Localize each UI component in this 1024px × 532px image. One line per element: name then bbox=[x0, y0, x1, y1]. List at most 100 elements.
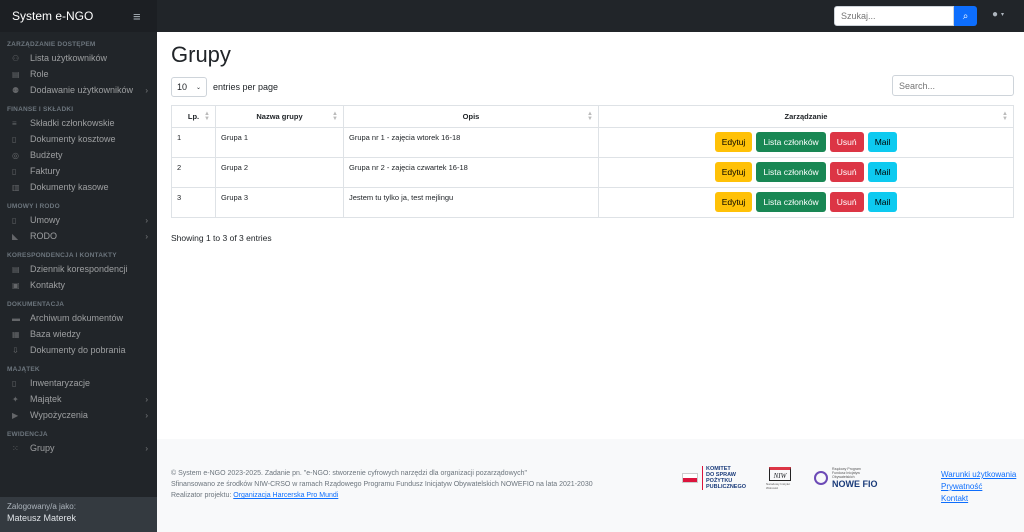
mail-button[interactable]: Mail bbox=[867, 162, 898, 182]
mail-button[interactable]: Mail bbox=[867, 192, 898, 212]
shield-icon: ◣ bbox=[12, 231, 19, 241]
sidebar-item[interactable]: ▯ Inwentaryzacje bbox=[0, 375, 157, 391]
chevron-right-icon: › bbox=[145, 85, 148, 95]
top-search: ⌕ bbox=[834, 6, 977, 26]
sidebar-item[interactable]: ≡ Składki członkowskie bbox=[0, 115, 157, 131]
cell-lp: 2 bbox=[171, 157, 216, 188]
edit-button[interactable]: Edytuj bbox=[714, 132, 753, 152]
realizer-link[interactable]: Organizacja Harcerska Pro Mundi bbox=[233, 492, 338, 499]
page-footer: © System e-NGO 2023-2025. Zadanie pn. "e… bbox=[157, 439, 1024, 532]
polish-flag-icon bbox=[682, 473, 698, 483]
sidebar-item[interactable]: ⁙ Grupy › bbox=[0, 440, 157, 456]
col-header-lp[interactable]: Lp. ▲ ▼ bbox=[171, 105, 216, 128]
sidebar-item[interactable]: ▦ Baza wiedzy bbox=[0, 326, 157, 342]
edit-button[interactable]: Edytuj bbox=[714, 192, 753, 212]
sidebar-item-label: Archiwum dokumentów bbox=[30, 313, 124, 323]
footer-funding: Sfinansowano ze środków NIW-CRSO w ramac… bbox=[171, 481, 593, 488]
chevron-right-icon: › bbox=[145, 215, 148, 225]
sidebar-item-label: Składki członkowskie bbox=[30, 118, 115, 128]
col-header-desc[interactable]: Opis ▲ ▼ bbox=[343, 105, 599, 128]
cash-icon: ▥ bbox=[12, 182, 20, 192]
col-header-name[interactable]: Nazwa grupy ▲ ▼ bbox=[215, 105, 344, 128]
sidebar-item-label: Dokumenty do pobrania bbox=[30, 345, 126, 355]
table-search-input[interactable] bbox=[892, 75, 1014, 96]
sort-icon: ▲ ▼ bbox=[587, 111, 593, 122]
sidebar-item[interactable]: ⇩ Dokumenty do pobrania bbox=[0, 342, 157, 358]
sidebar-item[interactable]: ▯ Dokumenty kosztowe bbox=[0, 131, 157, 147]
sidebar-item[interactable]: ▣ Kontakty bbox=[0, 277, 157, 293]
search-button[interactable]: ⌕ bbox=[954, 6, 977, 26]
table-row: 3 Grupa 3 Jestem tu tylko ja, test mejling… bbox=[171, 187, 1014, 218]
mail-button[interactable]: Mail bbox=[867, 132, 898, 152]
logged-in-label: Zalogowany/a jako: bbox=[7, 502, 76, 511]
invoice-icon: ▯ bbox=[12, 166, 17, 176]
delete-button[interactable]: Usuń bbox=[829, 132, 864, 152]
footer-link-terms[interactable]: Warunki użytkowania bbox=[941, 469, 1016, 480]
delete-button[interactable]: Usuń bbox=[829, 192, 864, 212]
sidebar-item[interactable]: ▤ Dziennik korespondencji bbox=[0, 261, 157, 277]
sidebar-item-label: Umowy bbox=[30, 215, 61, 225]
members-list-button[interactable]: Lista członków bbox=[756, 162, 826, 182]
sort-icon: ▲ ▼ bbox=[204, 111, 210, 122]
sidebar-item-label: Role bbox=[30, 69, 49, 79]
footer-text: © System e-NGO 2023-2025. Zadanie pn. "e… bbox=[171, 468, 593, 501]
sidebar-item-label: Dodawanie użytkowników bbox=[30, 85, 134, 95]
sidebar-item[interactable]: ▥ Dokumenty kasowe bbox=[0, 179, 157, 195]
delete-button[interactable]: Usuń bbox=[829, 162, 864, 182]
user-menu[interactable]: ● ▾ bbox=[992, 9, 1004, 20]
table-body: 1 Grupa 1 Grupa nr 1 - zajęcia wtorek 16-1… bbox=[171, 127, 1014, 218]
user-plus-icon: ⚉ bbox=[12, 85, 20, 95]
cell-actions: Edytuj Lista członków Usuń Mail bbox=[598, 157, 1014, 188]
niw-logo: NIW Narodowy Instytut Wolności bbox=[766, 465, 794, 491]
sidebar-item[interactable]: ⚇ Lista użytkowników bbox=[0, 50, 157, 66]
coins-icon: ≡ bbox=[12, 118, 17, 128]
sidebar-item[interactable]: ⚉ Dodawanie użytkowników › bbox=[0, 82, 157, 98]
sidebar-item-label: Dokumenty kosztowe bbox=[30, 134, 116, 144]
address-book-icon: ▣ bbox=[12, 280, 20, 290]
footer-link-contact[interactable]: Kontakt bbox=[941, 493, 1016, 504]
sidebar-item[interactable]: ◎ Budżety bbox=[0, 147, 157, 163]
members-list-button[interactable]: Lista członków bbox=[756, 132, 826, 152]
entries-length: 10 ⌄ entries per page bbox=[171, 77, 278, 97]
table-row: 2 Grupa 2 Grupa nr 2 - zajęcia czwartek 16… bbox=[171, 157, 1014, 188]
footer-links: Warunki użytkowania Prywatność Kontakt bbox=[941, 469, 1016, 504]
edit-button[interactable]: Edytuj bbox=[714, 162, 753, 182]
cell-actions: Edytuj Lista członków Usuń Mail bbox=[598, 187, 1014, 218]
sidebar-item[interactable]: ▶ Wypożyczenia › bbox=[0, 407, 157, 423]
top-search-input[interactable] bbox=[834, 6, 954, 26]
tools-icon: ✦ bbox=[12, 394, 19, 404]
sidebar-item-label: Majątek bbox=[30, 394, 62, 404]
footer-link-privacy[interactable]: Prywatność bbox=[941, 481, 1016, 492]
kpp-logo: KOMITET DO SPRAW POŻYTKU PUBLICZNEGO bbox=[682, 466, 746, 490]
sidebar-item[interactable]: ✦ Majątek › bbox=[0, 391, 157, 407]
sidebar-item-label: RODO bbox=[30, 231, 57, 241]
entries-length-select[interactable]: 10 ⌄ bbox=[171, 77, 207, 97]
bulb-icon bbox=[814, 471, 829, 485]
members-list-button[interactable]: Lista członków bbox=[756, 192, 826, 212]
chevron-right-icon: › bbox=[145, 443, 148, 453]
search-icon: ⌕ bbox=[962, 10, 969, 22]
sidebar-item[interactable]: ▯ Faktury bbox=[0, 163, 157, 179]
sidebar-item[interactable]: ◣ RODO › bbox=[0, 228, 157, 244]
sidebar-item[interactable]: ▤ Role bbox=[0, 66, 157, 82]
users-icon: ⚇ bbox=[12, 53, 20, 63]
document-icon: ▯ bbox=[12, 134, 17, 144]
sidebar-item[interactable]: ▯ Umowy › bbox=[0, 212, 157, 228]
sidebar-section-title: Finanse i składki bbox=[7, 106, 74, 113]
id-card-icon: ▤ bbox=[12, 69, 20, 79]
entries-length-value: 10 bbox=[177, 82, 188, 92]
col-header-actions[interactable]: Zarządzanie ▲ ▼ bbox=[598, 105, 1014, 128]
sidebar-item[interactable]: ▬ Archiwum dokumentów bbox=[0, 310, 157, 326]
footer-realizer: Realizator projektu: Organizacja Harcers… bbox=[171, 492, 339, 499]
cell-name: Grupa 3 bbox=[215, 187, 344, 218]
cell-desc: Jestem tu tylko ja, test mejlingu bbox=[343, 187, 599, 218]
sidebar-section-title: Umowy i RODO bbox=[7, 203, 60, 210]
main-content: Grupy 10 ⌄ entries per page Lp.▲▼ Nazwa … bbox=[157, 32, 1024, 439]
sidebar-nav: Zarządzanie dostępem ⚇ Lista użytkowników ▤… bbox=[0, 32, 157, 456]
sort-icon: ▲ ▼ bbox=[332, 111, 338, 122]
menu-toggle-icon[interactable]: ≡ bbox=[133, 9, 153, 24]
caret-down-icon: ▾ bbox=[1001, 12, 1005, 18]
chevron-down-icon: ⌄ bbox=[195, 84, 201, 91]
truck-icon: ▶ bbox=[12, 410, 19, 420]
sidebar-item-label: Budżety bbox=[30, 150, 63, 160]
